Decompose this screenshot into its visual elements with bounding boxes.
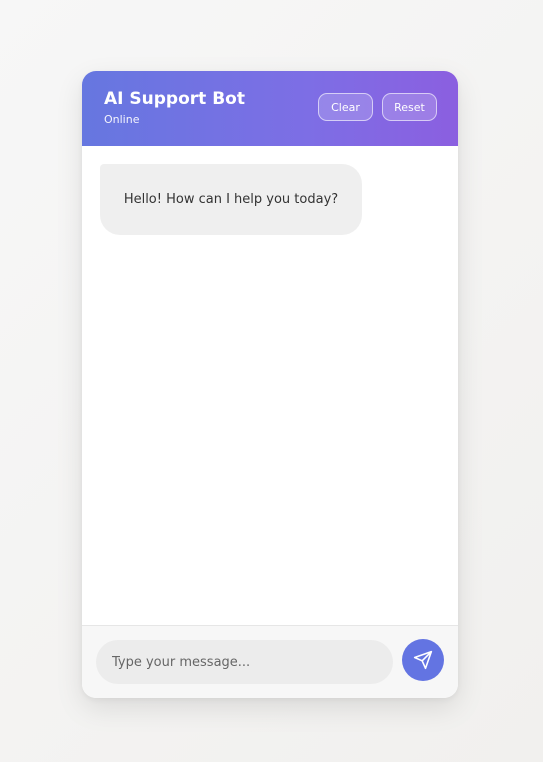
message-list: Hello! How can I help you today? — [82, 146, 458, 625]
message-composer — [82, 625, 458, 698]
clear-button[interactable]: Clear — [318, 93, 373, 121]
bot-message-bubble: Hello! How can I help you today? — [100, 164, 362, 235]
send-button[interactable] — [402, 639, 444, 681]
chat-window: AI Support Bot Online Clear Reset Hello!… — [82, 71, 458, 698]
send-icon — [413, 650, 433, 670]
online-status: Online — [104, 113, 140, 126]
chat-header: AI Support Bot Online Clear Reset — [82, 71, 458, 146]
chat-title: AI Support Bot — [104, 89, 245, 109]
message-input[interactable] — [96, 640, 393, 684]
reset-button[interactable]: Reset — [382, 93, 437, 121]
